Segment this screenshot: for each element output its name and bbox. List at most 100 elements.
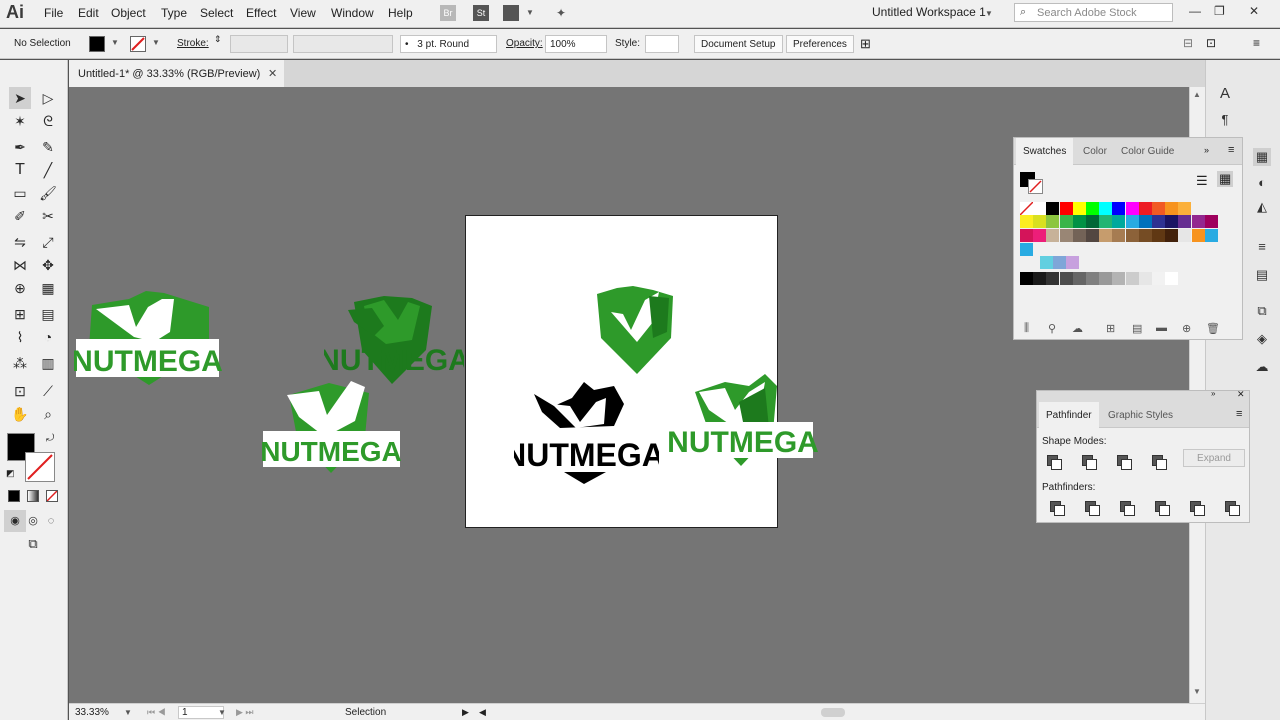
symbol-sprayer-tool-icon[interactable]: ⁂: [9, 352, 31, 374]
puppet-warp-tool-icon[interactable]: ✥: [37, 254, 59, 276]
control-menu-icon[interactable]: ≡: [1253, 36, 1260, 50]
swatch-cell[interactable]: [1059, 229, 1073, 242]
new-color-group-icon[interactable]: ▬: [1156, 322, 1167, 334]
stroke-weight-field[interactable]: [230, 35, 288, 53]
swatch-cell[interactable]: [1066, 256, 1080, 269]
hand-tool-icon[interactable]: ✋: [9, 403, 31, 425]
swatch-cell[interactable]: [1165, 202, 1179, 215]
gradient-tool-icon[interactable]: ▤: [37, 303, 59, 325]
swatch-cell[interactable]: [1046, 229, 1060, 242]
horizontal-scroll-thumb[interactable]: [821, 708, 845, 717]
swatch-cell[interactable]: [1152, 229, 1165, 242]
logo-artwork-1[interactable]: NUTMEGA: [74, 287, 224, 387]
swatch-cell[interactable]: [1059, 272, 1073, 285]
style-select[interactable]: [645, 35, 679, 53]
variable-width-profile[interactable]: [293, 35, 393, 53]
swatch-cell[interactable]: [1033, 202, 1047, 215]
swatch-cell[interactable]: [1125, 215, 1139, 228]
logo-artwork-3[interactable]: NUTMEGA: [259, 377, 404, 477]
delete-swatch-icon[interactable]: 🗑: [1206, 322, 1220, 335]
arrange-documents-icon[interactable]: [503, 5, 519, 21]
trim-icon[interactable]: [1085, 501, 1100, 516]
scissors-tool-icon[interactable]: ✂: [37, 205, 59, 227]
panel-stroke-swatch[interactable]: [1028, 179, 1043, 194]
swatch-cell[interactable]: [1040, 256, 1053, 269]
swatch-cell[interactable]: [1204, 215, 1218, 228]
pathfinder-dock-icon[interactable]: ⧉: [1253, 302, 1271, 320]
swatch-cell[interactable]: [1072, 215, 1086, 228]
scroll-down-icon[interactable]: ▼: [1193, 687, 1201, 696]
gpu-performance-icon[interactable]: ✦: [553, 5, 569, 21]
close-window-button[interactable]: ✕: [1249, 4, 1259, 18]
swatch-cell[interactable]: [1086, 272, 1099, 285]
character-panel-icon[interactable]: A: [1216, 85, 1234, 103]
swatch-cell[interactable]: [1112, 215, 1126, 228]
width-tool-icon[interactable]: ⋈: [9, 254, 31, 276]
swatch-cell[interactable]: [1059, 215, 1073, 228]
swatch-cell[interactable]: [1165, 229, 1179, 242]
slice-tool-icon[interactable]: ⟋: [37, 380, 59, 402]
zoom-level[interactable]: 33.33%: [75, 707, 109, 718]
color-guide-dock-icon[interactable]: ◭: [1253, 198, 1271, 216]
column-graph-tool-icon[interactable]: ▥: [37, 352, 59, 374]
swatch-cell[interactable]: [1112, 272, 1126, 285]
opacity-field[interactable]: 100%: [545, 35, 607, 53]
logo-artwork-2[interactable]: NUTMEGA: [324, 292, 464, 387]
shield-shape[interactable]: [589, 282, 679, 377]
new-swatch-icon[interactable]: ⊕: [1182, 322, 1191, 335]
first-artboard-icon[interactable]: ⏮ ◀: [147, 707, 166, 718]
stroke-stepper-icon[interactable]: ⇕: [214, 34, 222, 45]
pen-tool-icon[interactable]: ✒: [9, 136, 31, 158]
exclude-icon[interactable]: [1152, 455, 1167, 470]
unite-icon[interactable]: [1047, 455, 1062, 470]
bridge-icon[interactable]: Br: [440, 5, 456, 21]
blend-tool-icon[interactable]: ◔: [37, 326, 59, 348]
swatch-cell[interactable]: [1020, 243, 1033, 256]
swatch-cell[interactable]: [1152, 202, 1165, 215]
pathfinder-close-icon[interactable]: ✕: [1237, 389, 1245, 400]
align-icon[interactable]: ⊟: [1183, 36, 1193, 50]
swatch-cell[interactable]: [1178, 229, 1192, 242]
swatch-cell[interactable]: [1046, 215, 1060, 228]
brush-definition-select[interactable]: • 3 pt. Round: [400, 35, 497, 53]
menu-effect[interactable]: Effect: [246, 6, 276, 20]
color-dock-icon[interactable]: ◐: [1253, 174, 1271, 192]
default-fill-stroke-icon[interactable]: ◩: [6, 468, 15, 479]
swap-fill-stroke-icon[interactable]: ⤾: [46, 433, 54, 444]
outline-icon[interactable]: [1190, 501, 1205, 516]
mesh-tool-icon[interactable]: ⊞: [9, 303, 31, 325]
stroke-color-box[interactable]: [25, 452, 55, 482]
stroke-swatch[interactable]: [130, 36, 146, 52]
swatch-cell[interactable]: [1099, 215, 1113, 228]
workspace-chevron-icon[interactable]: ▼: [985, 9, 993, 18]
eyedropper-tool-icon[interactable]: ⌇: [9, 326, 31, 348]
fill-chevron-icon[interactable]: ▼: [111, 38, 119, 47]
swatch-cell[interactable]: [1020, 215, 1033, 228]
scroll-left-icon[interactable]: ◀: [479, 707, 486, 718]
divide-icon[interactable]: [1050, 501, 1065, 516]
artboard-tool-icon[interactable]: ⊡: [9, 380, 31, 402]
swatch-cell[interactable]: [1125, 229, 1139, 242]
swatch-cell[interactable]: [1165, 215, 1179, 228]
paragraph-panel-icon[interactable]: ¶: [1216, 111, 1234, 129]
swatch-cell[interactable]: [1099, 272, 1113, 285]
menu-select[interactable]: Select: [200, 6, 233, 20]
swatch-cell[interactable]: [1125, 202, 1139, 215]
merge-icon[interactable]: [1120, 501, 1135, 516]
menu-window[interactable]: Window: [331, 6, 374, 20]
tab-color[interactable]: Color: [1076, 138, 1114, 165]
paintbrush-tool-icon[interactable]: 🖌: [37, 182, 59, 204]
swatch-cell[interactable]: [1099, 202, 1113, 215]
gradient-mode-icon[interactable]: [27, 490, 39, 502]
curvature-tool-icon[interactable]: ✎: [37, 136, 59, 158]
restore-button[interactable]: ❐: [1214, 4, 1225, 18]
lasso-tool-icon[interactable]: ᘓ: [37, 110, 59, 132]
selection-tool-icon[interactable]: ➤: [9, 87, 31, 109]
arrange-icon[interactable]: ⊞: [860, 36, 871, 52]
layers-dock-icon[interactable]: ◈: [1253, 330, 1271, 348]
libraries-dock-icon[interactable]: ☁: [1253, 358, 1271, 376]
swatch-cell[interactable]: [1138, 215, 1152, 228]
swatch-options-icon[interactable]: ⊞: [1106, 322, 1115, 335]
swatch-cell[interactable]: [1046, 202, 1060, 215]
line-segment-tool-icon[interactable]: ╱: [37, 159, 59, 181]
